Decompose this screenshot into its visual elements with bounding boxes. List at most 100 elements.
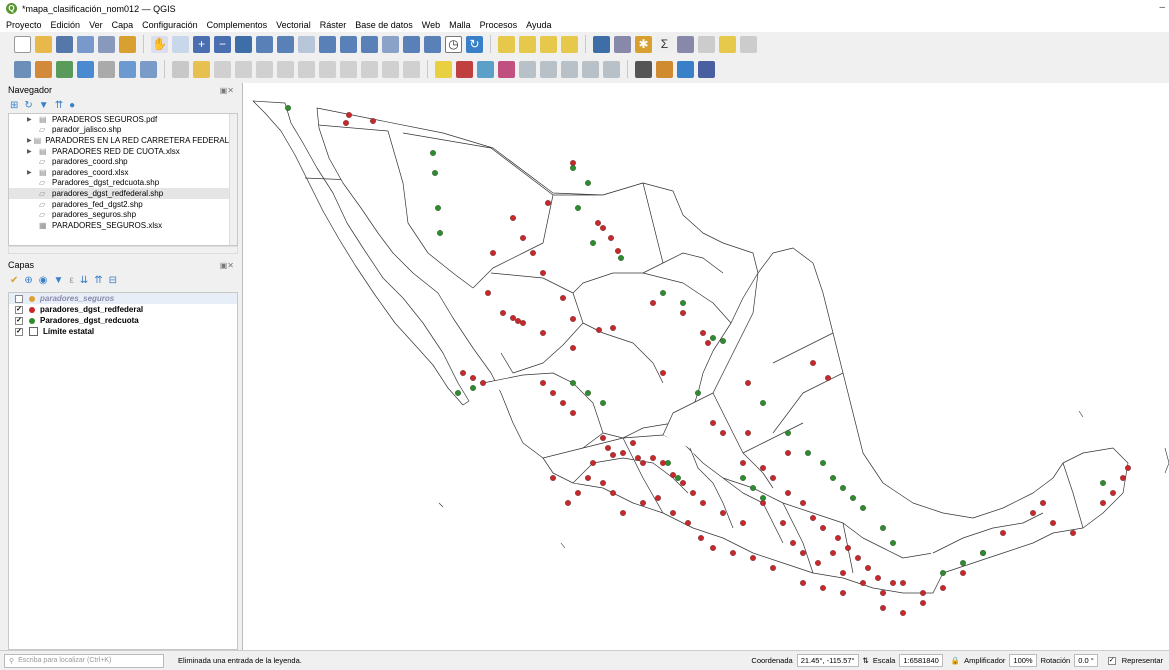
remove-layer-icon[interactable]: ⊟ bbox=[109, 275, 117, 286]
tree-item[interactable]: ▦ PARADORES_SEGUROS.xlsx bbox=[9, 220, 237, 231]
menu-proyecto[interactable]: Proyecto bbox=[6, 20, 42, 30]
open-project-icon[interactable] bbox=[35, 35, 52, 53]
map-tips-icon[interactable] bbox=[698, 35, 715, 53]
point-feature[interactable] bbox=[435, 205, 441, 211]
point-feature[interactable] bbox=[810, 360, 816, 366]
point-feature[interactable] bbox=[710, 545, 716, 551]
point-feature[interactable] bbox=[432, 170, 438, 176]
point-feature[interactable] bbox=[825, 375, 831, 381]
point-feature[interactable] bbox=[650, 300, 656, 306]
point-feature[interactable] bbox=[585, 475, 591, 481]
point-feature[interactable] bbox=[840, 485, 846, 491]
delete-selected-icon[interactable] bbox=[298, 60, 315, 78]
highlight-label-icon[interactable] bbox=[477, 60, 494, 78]
point-feature[interactable] bbox=[615, 248, 621, 254]
point-feature[interactable] bbox=[690, 490, 696, 496]
point-feature[interactable] bbox=[605, 445, 611, 451]
point-feature[interactable] bbox=[600, 225, 606, 231]
current-edits-icon[interactable] bbox=[172, 60, 189, 78]
point-feature[interactable] bbox=[455, 390, 461, 396]
point-feature[interactable] bbox=[745, 430, 751, 436]
point-feature[interactable] bbox=[700, 500, 706, 506]
new-layout-icon[interactable] bbox=[77, 35, 94, 53]
point-feature[interactable] bbox=[710, 420, 716, 426]
point-feature[interactable] bbox=[920, 590, 926, 596]
point-feature[interactable] bbox=[660, 290, 666, 296]
collapse-all-icon[interactable]: ⇈ bbox=[94, 275, 102, 286]
toggle-editing-icon[interactable] bbox=[193, 60, 210, 78]
point-feature[interactable] bbox=[860, 505, 866, 511]
point-feature[interactable] bbox=[540, 380, 546, 386]
point-feature[interactable] bbox=[680, 480, 686, 486]
tree-item[interactable]: ▱ paradores_seguros.shp bbox=[9, 209, 237, 220]
locator-search-input[interactable]: ⚲ Escriba para localizar (Ctrl+K) bbox=[4, 653, 164, 668]
point-feature[interactable] bbox=[820, 460, 826, 466]
layer-item[interactable]: paradores_seguros bbox=[9, 293, 237, 304]
point-feature[interactable] bbox=[670, 510, 676, 516]
point-feature[interactable] bbox=[890, 580, 896, 586]
save-edits-icon[interactable] bbox=[214, 60, 231, 78]
point-feature[interactable] bbox=[585, 180, 591, 186]
point-feature[interactable] bbox=[590, 460, 596, 466]
add-selected-layers-icon[interactable]: ⊞ bbox=[10, 100, 18, 111]
layer-visibility-checkbox[interactable]: ✓ bbox=[15, 305, 23, 314]
panel-float-close-icon[interactable]: ▣✕ bbox=[220, 86, 234, 95]
tree-item[interactable]: ▶ ▤ PARADORES RED DE CUOTA.xlsx bbox=[9, 146, 237, 157]
panel-float-close-icon[interactable]: ▣✕ bbox=[220, 261, 234, 270]
map-render[interactable] bbox=[243, 83, 1169, 650]
point-feature[interactable] bbox=[620, 450, 626, 456]
point-feature[interactable] bbox=[1100, 480, 1106, 486]
scale-combo[interactable]: 1:6581840 bbox=[899, 654, 943, 667]
rotation-spinbox[interactable]: 0.0 ° bbox=[1074, 654, 1098, 667]
point-feature[interactable] bbox=[485, 290, 491, 296]
point-feature[interactable] bbox=[900, 580, 906, 586]
point-feature[interactable] bbox=[800, 550, 806, 556]
render-checkbox[interactable]: ✓ bbox=[1107, 656, 1116, 665]
point-feature[interactable] bbox=[800, 580, 806, 586]
add-group-icon[interactable]: ⊕ bbox=[24, 275, 32, 286]
zoom-in-icon[interactable]: + bbox=[193, 35, 210, 53]
zoom-out-icon[interactable]: − bbox=[214, 35, 231, 53]
menu-raster[interactable]: Ráster bbox=[320, 20, 347, 30]
map-themes-icon[interactable]: ◉ bbox=[39, 275, 48, 286]
tree-item[interactable]: ▶ ▤ PARADORES EN LA RED CARRETERA FEDERAL … bbox=[9, 135, 237, 146]
point-feature[interactable] bbox=[815, 560, 821, 566]
expand-all-icon[interactable]: ⇊ bbox=[80, 275, 88, 286]
point-feature[interactable] bbox=[430, 150, 436, 156]
point-feature[interactable] bbox=[285, 105, 291, 111]
zoom-last-icon[interactable] bbox=[319, 35, 336, 53]
temporal-controller-icon[interactable]: ◷ bbox=[445, 35, 462, 53]
point-feature[interactable] bbox=[575, 205, 581, 211]
redo-icon[interactable] bbox=[403, 60, 420, 78]
point-feature[interactable] bbox=[700, 330, 706, 336]
attribute-table-icon[interactable] bbox=[614, 35, 631, 53]
layer-item[interactable]: ✓ Paradores_dgst_redcuota bbox=[9, 315, 237, 326]
layer-item[interactable]: ✓ paradores_dgst_redfederal bbox=[9, 304, 237, 315]
point-feature[interactable] bbox=[720, 338, 726, 344]
point-feature[interactable] bbox=[620, 510, 626, 516]
point-feature[interactable] bbox=[720, 510, 726, 516]
menu-complementos[interactable]: Complementos bbox=[207, 20, 268, 30]
point-feature[interactable] bbox=[875, 575, 881, 581]
point-feature[interactable] bbox=[530, 250, 536, 256]
add-vector-layer-icon[interactable] bbox=[35, 60, 52, 78]
tree-item[interactable]: ▱ paradores_coord.shp bbox=[9, 156, 237, 167]
point-feature[interactable] bbox=[880, 605, 886, 611]
point-feature[interactable] bbox=[740, 460, 746, 466]
point-feature[interactable] bbox=[595, 220, 601, 226]
point-feature[interactable] bbox=[1040, 500, 1046, 506]
point-feature[interactable] bbox=[500, 310, 506, 316]
point-feature[interactable] bbox=[745, 380, 751, 386]
annotation-icon[interactable] bbox=[719, 35, 736, 53]
point-feature[interactable] bbox=[675, 475, 681, 481]
identify-select-icon[interactable] bbox=[498, 35, 515, 53]
expand-arrow-icon[interactable]: ▶ bbox=[27, 137, 32, 144]
point-feature[interactable] bbox=[600, 400, 606, 406]
point-feature[interactable] bbox=[980, 550, 986, 556]
menu-edicion[interactable]: Edición bbox=[51, 20, 81, 30]
label-tool-icon[interactable] bbox=[435, 60, 452, 78]
point-feature[interactable] bbox=[940, 585, 946, 591]
point-feature[interactable] bbox=[590, 240, 596, 246]
point-feature[interactable] bbox=[770, 565, 776, 571]
point-feature[interactable] bbox=[880, 590, 886, 596]
